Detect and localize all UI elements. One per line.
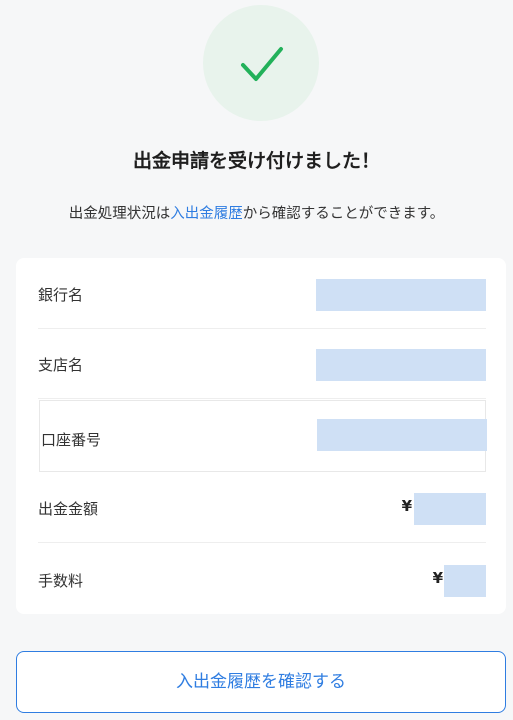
detail-row-branch-name: 支店名: [38, 328, 486, 399]
redacted-value: [316, 349, 486, 381]
detail-label: 手数料: [38, 572, 84, 590]
detail-row-withdrawal-amount: 出金金額 ¥: [38, 472, 486, 543]
status-message-suffix: から確認することができます。: [242, 206, 445, 222]
view-history-button[interactable]: 入出金履歴を確認する: [16, 651, 506, 713]
currency-symbol: ¥: [432, 569, 443, 587]
page-title: 出金申請を受け付けました！: [132, 150, 380, 172]
success-icon-circle: [203, 5, 319, 121]
status-message-prefix: 出金処理状況は: [68, 206, 171, 222]
redacted-value: [317, 419, 487, 451]
status-message: 出金処理状況は入出金履歴から確認することができます。: [0, 202, 513, 223]
detail-label: 口座番号: [41, 431, 102, 449]
detail-row-fee: 手数料 ¥: [38, 544, 486, 614]
detail-label: 支店名: [38, 356, 84, 374]
currency-symbol: ¥: [401, 497, 412, 515]
detail-label: 銀行名: [38, 286, 84, 304]
history-link[interactable]: 入出金履歴: [170, 206, 243, 222]
detail-row-bank-name: 銀行名: [38, 258, 486, 329]
redacted-value: [414, 493, 486, 525]
redacted-value: [316, 279, 486, 311]
withdrawal-details-card: 銀行名 支店名 口座番号 出金金額 ¥ 手数料 ¥: [16, 258, 506, 614]
check-icon: [241, 47, 283, 81]
redacted-value: [444, 565, 486, 597]
detail-row-account-number: 口座番号: [39, 400, 487, 472]
detail-label: 出金金額: [38, 500, 99, 518]
